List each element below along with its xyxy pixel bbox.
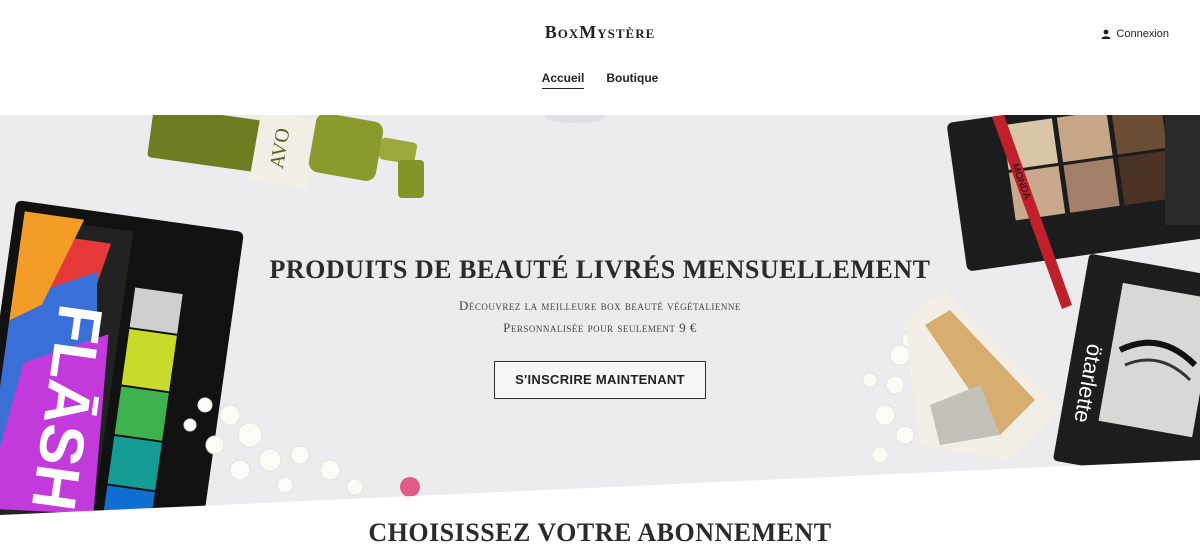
login-link[interactable]: Connexion	[1101, 28, 1169, 40]
hero-subtitle-line1: Découvrez la meilleure box beauté végéta…	[459, 298, 741, 313]
hero-banner: AVO FLĀSH MONDA ötarlette PRODUITS DE BE…	[0, 115, 1200, 515]
hero-subtitle: Découvrez la meilleure box beauté végéta…	[0, 295, 1200, 339]
site-logo[interactable]: BoxMystère	[0, 22, 1200, 43]
hero-content: PRODUITS DE BEAUTÉ LIVRÉS MENSUELLEMENT …	[0, 255, 1200, 399]
subscribe-button[interactable]: S'INSCRIRE MAINTENANT	[494, 361, 706, 399]
nav-item-boutique[interactable]: Boutique	[606, 71, 658, 89]
main-nav: Accueil Boutique	[0, 71, 1200, 89]
hero-title: PRODUITS DE BEAUTÉ LIVRÉS MENSUELLEMENT	[269, 255, 931, 284]
site-header: BoxMystère Connexion Accueil Boutique	[0, 0, 1200, 115]
subscription-section-title: CHOISISSEZ VOTRE ABONNEMENT	[368, 518, 832, 547]
hero-subtitle-line2: Personnalisée pour seulement 9 €	[503, 320, 697, 335]
login-label: Connexion	[1116, 28, 1169, 40]
user-icon	[1101, 29, 1111, 39]
nav-item-accueil[interactable]: Accueil	[541, 71, 585, 89]
